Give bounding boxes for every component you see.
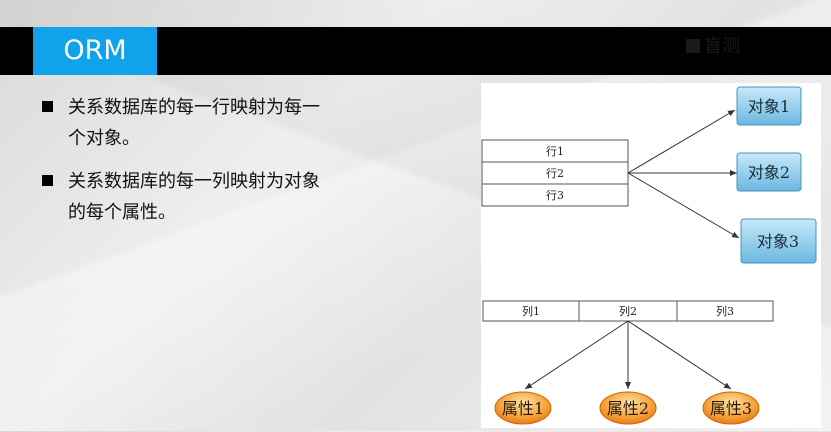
orm-diagram: 行1 行2 行3 对象1 对象2 对象3 列1 列2 列3 属性1 属性2 属性… [481,83,821,428]
attribute-label: 属性2 [607,399,649,418]
attribute-label: 属性3 [710,399,752,418]
mapping-arrow [627,109,736,174]
bullet-text-line: 的每个属性。 [68,202,176,223]
row-label: 行1 [546,145,564,158]
columns-table: 列1 列2 列3 [482,300,774,322]
logo-text: 盲​测 [704,36,740,57]
row-label: 行2 [546,167,564,180]
attribute-ellipse: 属性2 [599,391,657,425]
column-label: 列3 [716,304,734,318]
column-label: 列1 [522,304,540,318]
orm-diagram-svg: 行1 行2 行3 对象1 对象2 对象3 列1 列2 列3 属性1 属性2 属性… [481,86,817,425]
bullet-text-line: 个对象。 [68,128,140,149]
logo: 盲​测 [686,35,796,59]
attribute-label: 属性1 [502,399,544,418]
object-box: 对象3 [740,218,817,264]
bullet-item: 关系数据库的每一列映射为对象 的每个属性。 [40,166,390,228]
slide-title: ORM [33,27,157,75]
bullet-square-icon [42,175,53,186]
object-label: 对象1 [748,97,790,116]
object-box: 对象1 [736,86,802,126]
object-label: 对象2 [748,163,790,182]
bullet-square-icon [42,101,53,112]
object-box: 对象2 [736,152,802,192]
rows-table: 行1 行2 行3 [481,139,629,207]
bullet-item: 关系数据库的每一行映射为每一 个对象。 [40,92,390,154]
mapping-arrow [524,320,629,390]
object-label: 对象3 [757,232,799,251]
attribute-ellipse: 属性1 [494,391,552,425]
attribute-ellipse: 属性3 [702,391,760,425]
bullet-list: 关系数据库的每一行映射为每一 个对象。 关系数据库的每一列映射为对象 的每个属性… [40,92,390,240]
column-label: 列2 [619,304,637,318]
bullet-text-line: 关系数据库的每一行映射为每一 [68,97,320,118]
mapping-arrow [627,172,740,239]
row-label: 行3 [546,189,564,202]
mapping-arrow [627,320,732,390]
logo-icon [686,39,700,53]
bullet-text-line: 关系数据库的每一列映射为对象 [68,171,320,192]
